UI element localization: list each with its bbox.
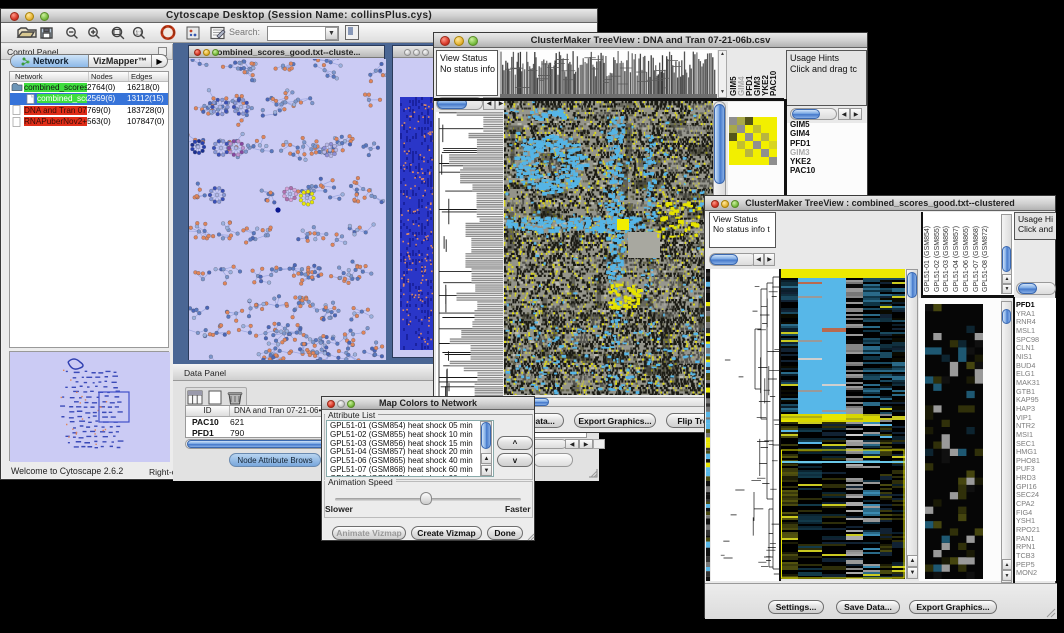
svg-text:1:1: 1:1 (136, 31, 143, 37)
